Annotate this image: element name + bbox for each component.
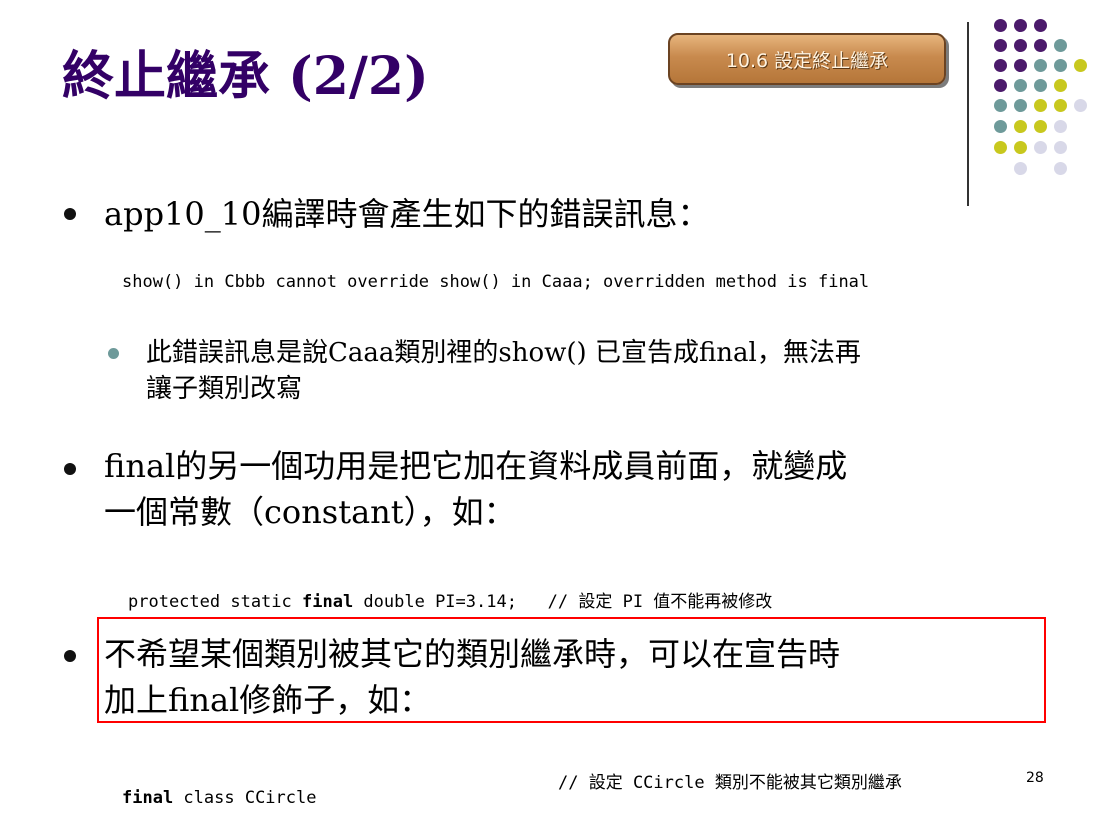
bullet-dot xyxy=(64,208,76,220)
sub-bullet-line-1: 此錯誤訊息是說Caaa類別裡的show() 已宣告成final，無法再 xyxy=(146,338,861,368)
bullet-3-line-1: 不希望某個類別被其它的類別繼承時，可以在宣告時 xyxy=(104,635,841,673)
code-text: double PI=3.14; xyxy=(353,592,548,612)
dot xyxy=(1014,141,1027,154)
bullet-3-line-2: 加上final修飾子，如： xyxy=(104,681,432,719)
sub-bullet-dot xyxy=(108,348,119,359)
bullet-dot xyxy=(64,650,76,662)
dot xyxy=(1034,79,1047,92)
dot xyxy=(1034,141,1047,154)
code-keyword: final xyxy=(302,592,354,612)
bullet-2-line-2: 一個常數（constant），如： xyxy=(104,493,516,531)
code-text: protected static xyxy=(128,592,302,612)
dot xyxy=(1034,39,1047,52)
code-text: class CCircle xyxy=(173,788,317,808)
dot xyxy=(1054,120,1067,133)
dot xyxy=(1014,162,1027,175)
dot xyxy=(1034,19,1047,32)
constant-code-example: protected static final double PI=3.14; /… xyxy=(128,567,772,612)
dot xyxy=(1014,19,1027,32)
page-number: 28 xyxy=(1026,770,1044,786)
dot xyxy=(1054,99,1067,112)
dot xyxy=(1014,59,1027,72)
dot xyxy=(1074,59,1087,72)
dot xyxy=(1014,79,1027,92)
dot xyxy=(994,59,1007,72)
dot xyxy=(1054,162,1067,175)
code-comment: // 設定 PI 值不能再被修改 xyxy=(547,592,773,612)
dot xyxy=(994,141,1007,154)
dot xyxy=(994,79,1007,92)
dot xyxy=(994,120,1007,133)
dot xyxy=(1054,79,1067,92)
code-comment: // 設定 CCircle 類別不能被其它類別繼承 xyxy=(558,773,902,793)
dot xyxy=(1034,59,1047,72)
bullet-2-line-1: final的另一個功用是把它加在資料成員前面，就變成 xyxy=(104,447,848,485)
header-divider xyxy=(967,22,969,206)
dot xyxy=(994,39,1007,52)
error-message-code: show() in Cbbb cannot override show() in… xyxy=(122,272,870,292)
dot xyxy=(1014,99,1027,112)
dot xyxy=(1054,59,1067,72)
bullet-1-text: app10_10編譯時會產生如下的錯誤訊息： xyxy=(104,195,710,233)
section-badge: 10.6 設定終止繼承 xyxy=(668,33,946,85)
code-keyword: final xyxy=(122,788,174,808)
dot xyxy=(1034,99,1047,112)
dot xyxy=(1034,120,1047,133)
sub-bullet-line-2: 讓子類別改寫 xyxy=(146,374,303,404)
dot xyxy=(1054,141,1067,154)
final-class-code-example: final class CCircle xyxy=(122,768,316,808)
dot xyxy=(994,19,1007,32)
dot xyxy=(1074,99,1087,112)
bullet-dot xyxy=(64,463,76,475)
dot xyxy=(994,99,1007,112)
dot xyxy=(1014,120,1027,133)
dot xyxy=(1014,39,1027,52)
dot xyxy=(1054,39,1067,52)
slide-title: 終止繼承 (2/2) xyxy=(62,46,429,107)
